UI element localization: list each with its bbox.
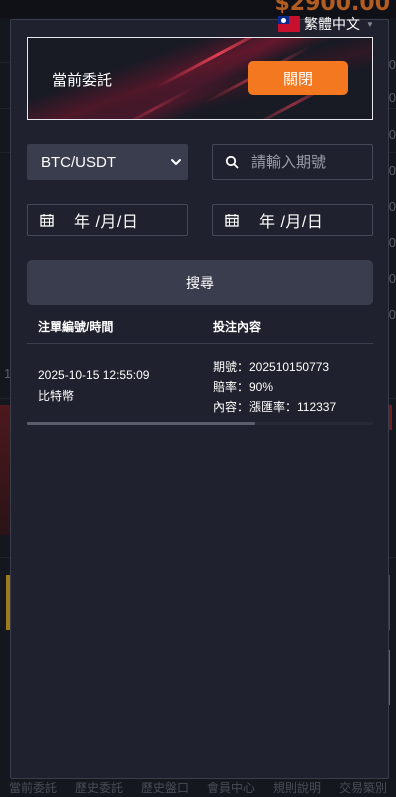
language-selector[interactable]: 繁體中文 ▼ <box>278 14 374 34</box>
order-period: 期號：202510150773 <box>213 360 330 374</box>
modal-title: 當前委託 <box>52 72 113 89</box>
period-search-input[interactable] <box>251 153 361 171</box>
background-edge-digit: 0 <box>388 235 396 250</box>
scrollbar-thumb[interactable] <box>27 422 255 425</box>
order-asset: 比特幣 <box>38 389 75 403</box>
table-divider <box>27 343 373 344</box>
bottom-nav-item[interactable]: 規則說明 <box>273 779 321 796</box>
period-search-field[interactable] <box>212 144 373 180</box>
order-odds: 賠率：90% <box>213 380 274 394</box>
background-edge-digit: 0 <box>388 271 396 286</box>
bottom-nav-item[interactable]: 會員中心 <box>207 779 255 796</box>
background-chart-candle <box>0 405 10 535</box>
order-time: 2025-10-15 12:55:09 <box>38 368 150 382</box>
start-date-text: 年 /月/日 <box>74 214 139 231</box>
bottom-nav-item[interactable]: 歷史盤口 <box>141 779 189 796</box>
table-header-bet-content: 投注內容 <box>213 320 262 334</box>
taiwan-flag-icon <box>278 16 300 32</box>
search-button[interactable]: 搜尋 <box>27 260 373 305</box>
search-icon <box>225 155 239 169</box>
caret-down-icon: ▼ <box>366 19 374 29</box>
current-orders-modal: 當前委託 關閉 BTC/USDT 年 /月/日 <box>10 19 389 779</box>
background-edge-digit: 0 <box>388 90 396 105</box>
background-edge-digit: 0 <box>388 199 396 214</box>
pair-select-value: BTC/USDT <box>41 153 116 171</box>
bottom-nav-item[interactable]: 交易築別 <box>339 779 387 796</box>
background-edge-digit: 0 <box>388 307 396 322</box>
close-button[interactable]: 關閉 <box>248 61 348 95</box>
pair-select[interactable]: BTC/USDT <box>27 144 188 180</box>
table-header-order-time: 注單編號/時間 <box>38 320 114 334</box>
language-label: 繁體中文 <box>304 16 360 32</box>
end-date-input[interactable]: 年 /月/日 <box>212 204 373 236</box>
calendar-icon <box>225 214 239 227</box>
start-date-input[interactable]: 年 /月/日 <box>27 204 188 236</box>
chevron-down-icon <box>171 159 181 165</box>
order-content: 內容：漲匯率：112337 <box>213 400 337 414</box>
background-edge-digit: 0 <box>388 127 396 142</box>
background-edge-digit: 0 <box>388 163 396 178</box>
bottom-nav-item[interactable]: 歷史委託 <box>75 779 123 796</box>
background-edge-digit: 0 <box>388 57 396 72</box>
calendar-icon <box>40 214 54 227</box>
modal-header-banner: 當前委託 關閉 <box>27 37 373 120</box>
end-date-text: 年 /月/日 <box>259 214 324 231</box>
banner-decoration <box>112 87 194 119</box>
bottom-nav-item[interactable]: 當前委託 <box>9 779 57 796</box>
